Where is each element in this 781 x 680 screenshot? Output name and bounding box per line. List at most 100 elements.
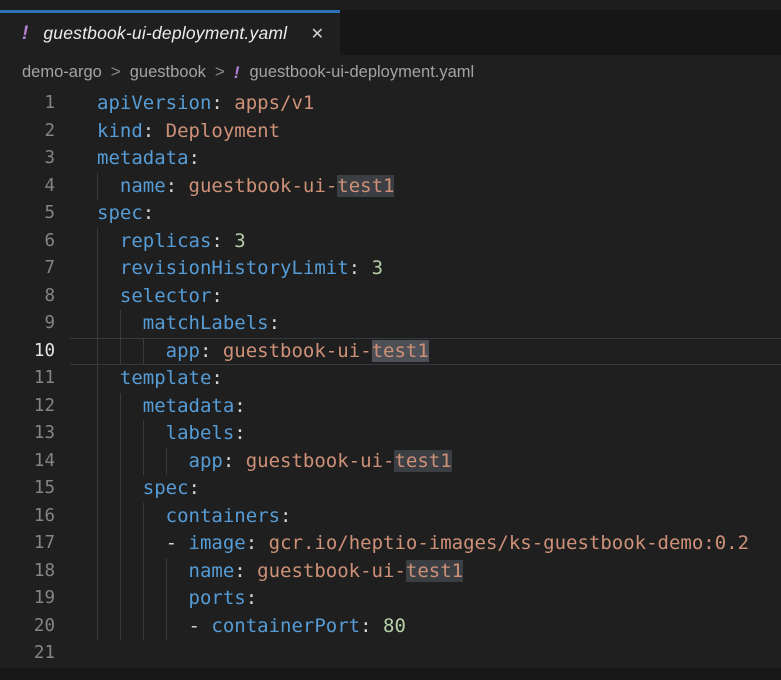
code-text: revisionHistoryLimit: 3 — [97, 257, 383, 279]
code-line[interactable]: 20 - containerPort: 80 — [0, 613, 781, 641]
code-line[interactable]: 1 apiVersion: apps/v1 — [0, 90, 781, 118]
code-token: containerPort — [211, 615, 360, 637]
line-number[interactable]: 21 — [0, 640, 70, 668]
code-text: replicas: 3 — [97, 230, 246, 252]
code-line[interactable]: 18 name: guestbook-ui-test1 — [0, 558, 781, 586]
code-token: : — [246, 587, 257, 609]
line-number[interactable]: 13 — [0, 420, 70, 448]
line-number[interactable]: 14 — [0, 448, 70, 476]
code-line[interactable]: 3 metadata: — [0, 145, 781, 173]
line-number[interactable]: 10 — [0, 338, 70, 366]
line-number[interactable]: 18 — [0, 558, 70, 586]
line-number[interactable]: 11 — [0, 365, 70, 393]
code-line[interactable]: 15 spec: — [0, 475, 781, 503]
breadcrumb-warning-icon: ! — [234, 63, 240, 83]
code-token: : — [246, 532, 269, 554]
line-number[interactable]: 16 — [0, 503, 70, 531]
tab-guestbook-ui-deployment[interactable]: ! guestbook-ui-deployment.yaml ✕ — [0, 10, 340, 55]
code-token: spec — [97, 202, 143, 224]
code-text: - containerPort: 80 — [97, 615, 406, 637]
code-token: kind — [97, 120, 143, 142]
code-token: Deployment — [166, 120, 280, 142]
line-number[interactable]: 9 — [0, 310, 70, 338]
breadcrumb-item-file[interactable]: guestbook-ui-deployment.yaml — [250, 63, 475, 82]
code-content: ports: — [70, 585, 781, 613]
code-token: : — [211, 367, 222, 389]
code-text: - image: gcr.io/heptio-images/ks-guestbo… — [97, 532, 749, 554]
code-token: : — [211, 285, 222, 307]
code-token: : — [223, 450, 246, 472]
line-number[interactable]: 7 — [0, 255, 70, 283]
line-number[interactable]: 19 — [0, 585, 70, 613]
code-content: metadata: — [70, 393, 781, 421]
breadcrumb-item-demo-argo[interactable]: demo-argo — [22, 63, 102, 82]
code-content: revisionHistoryLimit: 3 — [70, 255, 781, 283]
code-editor[interactable]: 1apiVersion: apps/v12kind: Deployment3me… — [0, 90, 781, 668]
code-lines: 1apiVersion: apps/v12kind: Deployment3me… — [0, 90, 781, 668]
code-token: : — [200, 340, 223, 362]
code-text: ports: — [97, 587, 257, 609]
line-number[interactable]: 17 — [0, 530, 70, 558]
code-token: : — [234, 395, 245, 417]
code-text: app: guestbook-ui-test1 — [97, 450, 452, 472]
code-line[interactable]: 2kind: Deployment — [0, 118, 781, 146]
code-token: : — [189, 147, 200, 169]
line-number[interactable]: 8 — [0, 283, 70, 311]
code-line[interactable]: 10 app: guestbook-ui-test1 — [0, 338, 781, 366]
code-content: replicas: 3 — [70, 228, 781, 256]
code-line[interactable]: 13 labels: — [0, 420, 781, 448]
tab-bar-empty-space — [340, 10, 781, 55]
code-content: spec: — [70, 200, 781, 228]
code-token: ports — [189, 587, 246, 609]
code-token: matchLabels — [143, 312, 269, 334]
code-content: name: guestbook-ui-test1 — [70, 558, 781, 586]
code-line[interactable]: 19 ports: — [0, 585, 781, 613]
line-number[interactable]: 12 — [0, 393, 70, 421]
code-line[interactable]: 17 - image: gcr.io/heptio-images/ks-gues… — [0, 530, 781, 558]
code-token: : — [166, 175, 189, 197]
code-line[interactable]: 9 matchLabels: — [0, 310, 781, 338]
code-token: name — [189, 560, 235, 582]
bottom-strip — [0, 668, 781, 680]
code-line[interactable]: 14 app: guestbook-ui-test1 — [0, 448, 781, 476]
line-number[interactable]: 15 — [0, 475, 70, 503]
code-line[interactable]: 7 revisionHistoryLimit: 3 — [0, 255, 781, 283]
code-content: - image: gcr.io/heptio-images/ks-guestbo… — [70, 530, 781, 558]
code-content: apiVersion: apps/v1 — [70, 90, 781, 118]
code-text: template: — [97, 367, 223, 389]
code-text: apiVersion: apps/v1 — [97, 92, 314, 114]
code-token: metadata — [97, 147, 189, 169]
chevron-right-icon: > — [111, 62, 121, 82]
line-number[interactable]: 1 — [0, 90, 70, 118]
code-token: : — [143, 120, 166, 142]
code-line[interactable]: 12 metadata: — [0, 393, 781, 421]
code-content — [70, 640, 781, 668]
line-number[interactable]: 6 — [0, 228, 70, 256]
line-number[interactable]: 4 — [0, 173, 70, 201]
code-line[interactable]: 11 template: — [0, 365, 781, 393]
code-token: template — [120, 367, 212, 389]
code-token: : — [360, 615, 383, 637]
problem-warning-icon: ! — [22, 23, 28, 45]
code-line[interactable]: 6 replicas: 3 — [0, 228, 781, 256]
code-content: containers: — [70, 503, 781, 531]
line-number[interactable]: 2 — [0, 118, 70, 146]
line-number[interactable]: 5 — [0, 200, 70, 228]
code-text: spec: — [97, 202, 154, 224]
code-line[interactable]: 16 containers: — [0, 503, 781, 531]
breadcrumb-item-guestbook[interactable]: guestbook — [130, 63, 206, 82]
close-icon[interactable]: ✕ — [307, 22, 328, 46]
code-token: test1 — [406, 560, 463, 582]
code-line[interactable]: 8 selector: — [0, 283, 781, 311]
code-text: containers: — [97, 505, 291, 527]
code-content: kind: Deployment — [70, 118, 781, 146]
code-token: guestbook-ui- — [257, 560, 406, 582]
line-number[interactable]: 20 — [0, 613, 70, 641]
code-line[interactable]: 4 name: guestbook-ui-test1 — [0, 173, 781, 201]
code-line[interactable]: 21 — [0, 640, 781, 668]
code-content: name: guestbook-ui-test1 — [70, 173, 781, 201]
code-content: spec: — [70, 475, 781, 503]
line-number[interactable]: 3 — [0, 145, 70, 173]
code-text: app: guestbook-ui-test1 — [97, 340, 429, 362]
code-line[interactable]: 5 spec: — [0, 200, 781, 228]
